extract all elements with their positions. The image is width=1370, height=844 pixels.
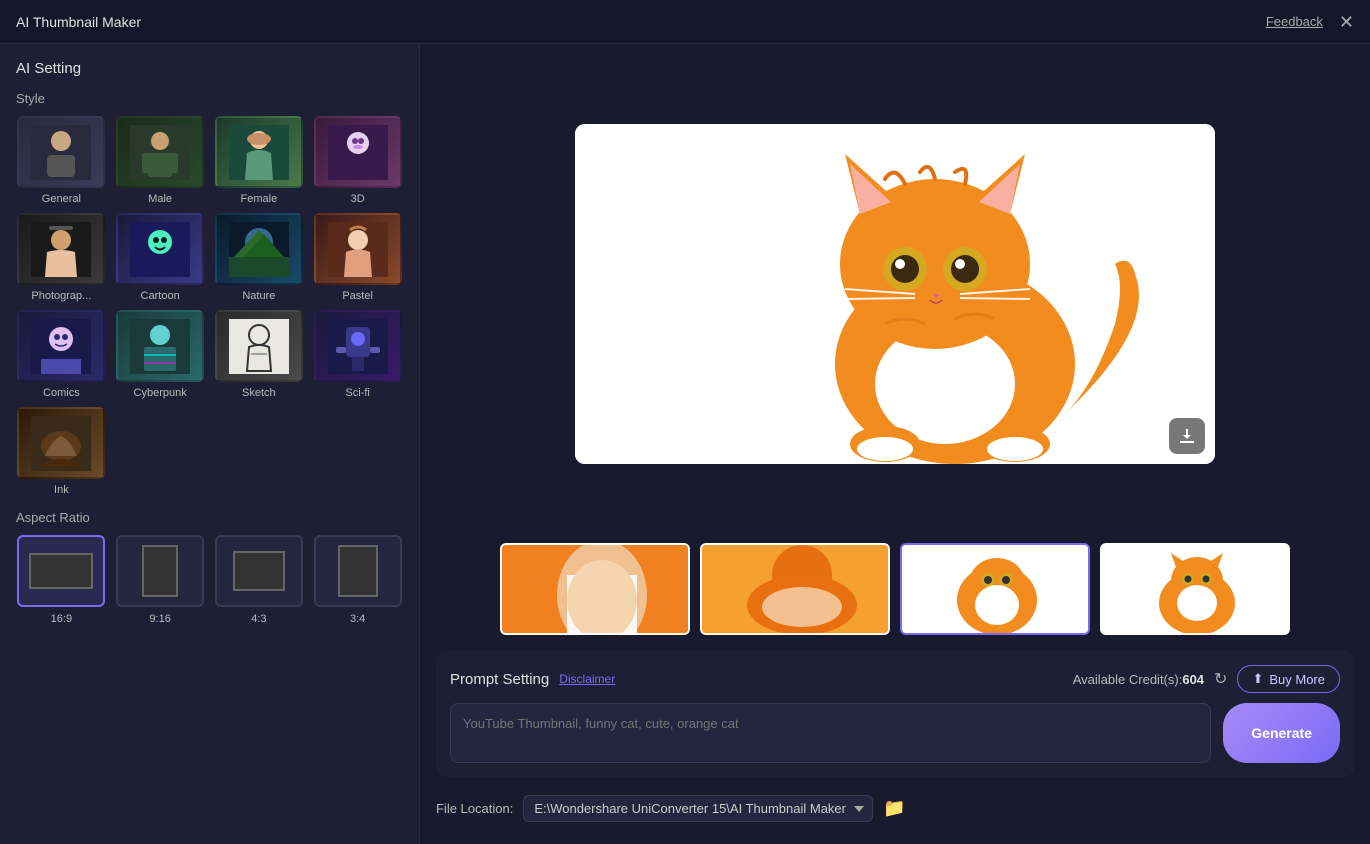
aspect-label-4-3: 4:3	[251, 613, 266, 625]
right-panel: Prompt Setting Disclaimer Available Cred…	[420, 44, 1370, 844]
style-label-general: General	[42, 193, 81, 205]
style-label-male: Male	[148, 193, 172, 205]
style-item-sketch[interactable]: Sketch	[214, 310, 305, 399]
prompt-input-row: Generate	[450, 703, 1340, 763]
style-thumb-sketch	[215, 310, 303, 382]
app-title: AI Thumbnail Maker	[16, 14, 141, 30]
style-item-photograph[interactable]: Photograp...	[16, 213, 107, 302]
style-thumb-scifi	[314, 310, 402, 382]
ai-setting-title: AI Setting	[16, 60, 403, 77]
aspect-thumb-16-9	[17, 535, 105, 607]
credits-label: Available Credit(s):604	[1073, 672, 1204, 687]
style-label-scifi: Sci-fi	[345, 387, 369, 399]
style-item-female[interactable]: Female	[214, 116, 305, 205]
buy-more-button[interactable]: ⬆ Buy More	[1237, 665, 1340, 693]
aspect-thumb-4-3	[215, 535, 303, 607]
style-item-nature[interactable]: Nature	[214, 213, 305, 302]
thumbnail-item-4[interactable]	[1100, 543, 1290, 635]
style-grid: General Male Female	[16, 116, 403, 496]
style-thumb-general	[17, 116, 105, 188]
prompt-header: Prompt Setting Disclaimer Available Cred…	[450, 665, 1340, 693]
file-location-row: File Location: E:\Wondershare UniConvert…	[436, 789, 1354, 828]
disclaimer-link[interactable]: Disclaimer	[559, 672, 615, 686]
aspect-ratio-label: Aspect Ratio	[16, 510, 403, 525]
folder-icon[interactable]: 📁	[883, 798, 905, 819]
aspect-grid: 16:9 9:16 4:3	[16, 535, 403, 625]
style-thumb-pastel	[314, 213, 402, 285]
style-label-comics: Comics	[43, 387, 80, 399]
aspect-item-9-16[interactable]: 9:16	[115, 535, 206, 625]
style-item-ink[interactable]: Ink	[16, 407, 107, 496]
titlebar-right: Feedback ✕	[1266, 13, 1354, 31]
style-label-female: Female	[241, 193, 278, 205]
style-label-cartoon: Cartoon	[141, 290, 180, 302]
style-label-sketch: Sketch	[242, 387, 276, 399]
style-item-scifi[interactable]: Sci-fi	[312, 310, 403, 399]
style-thumb-3d	[314, 116, 402, 188]
aspect-item-4-3[interactable]: 4:3	[214, 535, 305, 625]
style-label-ink: Ink	[54, 484, 69, 496]
aspect-thumb-9-16	[116, 535, 204, 607]
style-label-pastel: Pastel	[342, 290, 373, 302]
preview-download-button[interactable]	[1169, 418, 1205, 454]
main-preview	[575, 124, 1215, 464]
style-thumb-nature	[215, 213, 303, 285]
file-location-label: File Location:	[436, 801, 513, 816]
main-layout: AI Setting Style General M	[0, 44, 1370, 844]
credits-count: 604	[1182, 672, 1204, 687]
aspect-label-3-4: 3:4	[350, 613, 365, 625]
prompt-title: Prompt Setting	[450, 671, 549, 688]
style-thumb-ink	[17, 407, 105, 479]
thumbnail-item-3[interactable]	[900, 543, 1090, 635]
style-label-nature: Nature	[242, 290, 275, 302]
refresh-icon[interactable]: ↻	[1214, 669, 1227, 689]
prompt-title-row: Prompt Setting Disclaimer	[450, 671, 615, 688]
style-thumb-cyberpunk	[116, 310, 204, 382]
file-location-select[interactable]: E:\Wondershare UniConverter 15\AI Thumbn…	[523, 795, 873, 822]
prompt-input[interactable]	[450, 703, 1211, 763]
aspect-ratio-section: Aspect Ratio 16:9 9:16	[16, 510, 403, 625]
style-item-male[interactable]: Male	[115, 116, 206, 205]
upload-icon: ⬆	[1252, 671, 1263, 687]
aspect-thumb-3-4	[314, 535, 402, 607]
thumbnail-item-1[interactable]	[500, 543, 690, 635]
style-thumb-cartoon	[116, 213, 204, 285]
style-thumb-female	[215, 116, 303, 188]
thumbnail-item-2[interactable]	[700, 543, 890, 635]
style-thumb-comics	[17, 310, 105, 382]
generate-button[interactable]: Generate	[1223, 703, 1340, 763]
style-label-photograph: Photograp...	[31, 290, 91, 302]
style-item-cyberpunk[interactable]: Cyberpunk	[115, 310, 206, 399]
style-thumb-photograph	[17, 213, 105, 285]
left-panel: AI Setting Style General M	[0, 44, 420, 844]
aspect-item-3-4[interactable]: 3:4	[312, 535, 403, 625]
titlebar: AI Thumbnail Maker Feedback ✕	[0, 0, 1370, 44]
preview-area	[436, 60, 1354, 527]
aspect-label-16-9: 16:9	[51, 613, 72, 625]
style-label: Style	[16, 91, 403, 106]
style-label-3d: 3D	[351, 193, 365, 205]
thumbnail-strip	[436, 539, 1354, 639]
aspect-item-16-9[interactable]: 16:9	[16, 535, 107, 625]
style-label-cyberpunk: Cyberpunk	[134, 387, 187, 399]
credits-row: Available Credit(s):604 ↻ ⬆ Buy More	[1073, 665, 1340, 693]
feedback-link[interactable]: Feedback	[1266, 14, 1323, 29]
close-button[interactable]: ✕	[1339, 13, 1354, 31]
style-thumb-male	[116, 116, 204, 188]
style-item-comics[interactable]: Comics	[16, 310, 107, 399]
aspect-label-9-16: 9:16	[149, 613, 170, 625]
style-item-cartoon[interactable]: Cartoon	[115, 213, 206, 302]
prompt-section: Prompt Setting Disclaimer Available Cred…	[436, 651, 1354, 777]
style-item-pastel[interactable]: Pastel	[312, 213, 403, 302]
style-item-3d[interactable]: 3D	[312, 116, 403, 205]
style-item-general[interactable]: General	[16, 116, 107, 205]
main-preview-image	[575, 124, 1215, 464]
